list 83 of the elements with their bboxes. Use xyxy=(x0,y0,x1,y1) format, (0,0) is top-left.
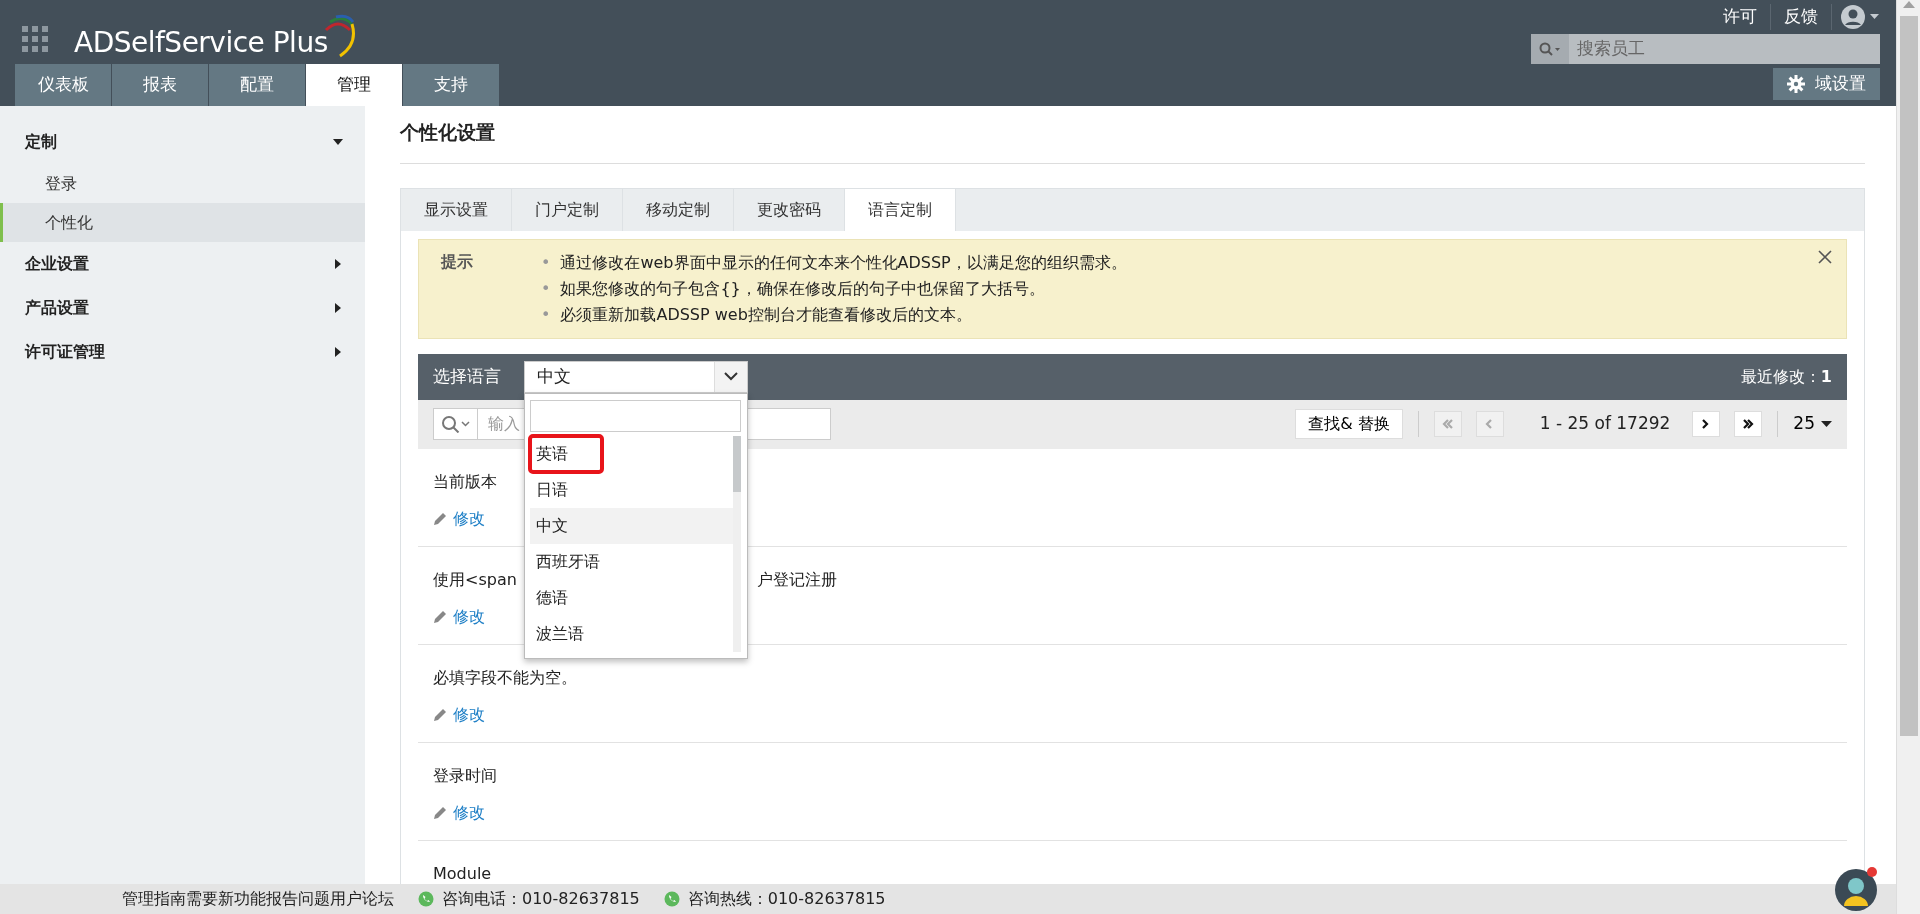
tab[interactable]: 显示设置 xyxy=(401,188,512,231)
recent-count-link[interactable]: 1 xyxy=(1820,366,1832,386)
language-option[interactable]: 波兰语 xyxy=(530,615,733,652)
sidebar-group-label: 产品设置 xyxy=(25,297,89,319)
string-text: 登录时间 xyxy=(433,764,497,787)
gear-icon xyxy=(1787,75,1805,93)
string-text: 户登记注册 xyxy=(756,568,837,591)
page-title: 个性化设置 xyxy=(400,114,1865,164)
phone-text: 咨询电话：010-82637815 xyxy=(442,888,640,910)
search-icon xyxy=(1539,42,1561,56)
caret-down-icon xyxy=(1821,421,1832,427)
sidebar-group[interactable]: 产品设置 xyxy=(0,286,365,330)
edit-link[interactable]: 修改 xyxy=(433,702,485,727)
sidebar-group[interactable]: 许可证管理 xyxy=(0,330,365,374)
edit-link[interactable]: 修改 xyxy=(433,506,485,531)
bullet-mark: • xyxy=(541,251,551,274)
recent-changes-text: 最近修改：1 xyxy=(1740,365,1832,388)
footer-link[interactable]: 报告问题 xyxy=(266,887,330,911)
sidebar-item[interactable]: 登录 xyxy=(0,164,365,203)
sidebar-group-label: 许可证管理 xyxy=(25,341,105,363)
language-option[interactable]: 日语 xyxy=(530,471,733,508)
string-text: Module xyxy=(433,862,492,884)
string-text: 使用<span xyxy=(433,568,517,591)
edit-link[interactable]: 修改 xyxy=(433,604,485,629)
bullet-mark: • xyxy=(541,303,551,326)
app-grid-icon[interactable] xyxy=(22,26,48,52)
tab[interactable]: 移动定制 xyxy=(623,188,734,231)
tab[interactable]: 语言定制 xyxy=(845,188,956,231)
dropdown-search-field[interactable] xyxy=(530,399,741,432)
page-scrollbar[interactable] xyxy=(1896,0,1920,914)
hint-text: 通过修改在web界面中显示的任何文本来个性化ADSSP，以满足您的组织需求。 xyxy=(560,251,1127,274)
header-link[interactable]: 反馈 xyxy=(1771,4,1832,30)
language-option[interactable]: 德语 xyxy=(530,579,733,616)
language-option[interactable]: 英语 xyxy=(530,435,602,472)
nav-tab[interactable]: 管理 xyxy=(306,64,402,106)
footer-link[interactable]: 需要新功能 xyxy=(186,887,266,911)
header-link[interactable]: 许可 xyxy=(1710,4,1771,30)
language-option[interactable]: 中文 xyxy=(530,507,733,544)
pencil-icon xyxy=(433,805,447,820)
hint-text: 必须重新加载ADSSP web控制台才能查看修改后的文本。 xyxy=(560,303,972,326)
footer-link[interactable]: 管理指南 xyxy=(122,887,186,911)
hint-text: 如果您修改的句子包含{}，确保在修改后的句子中也保留了大括号。 xyxy=(560,277,1045,300)
dropdown-scrollbar[interactable] xyxy=(733,435,741,652)
string-text: 必填字段不能为空。 xyxy=(433,666,577,689)
user-avatar-icon[interactable] xyxy=(1840,4,1880,30)
language-option[interactable]: 西班牙语 xyxy=(530,543,733,580)
domain-settings-button[interactable]: 域设置 xyxy=(1773,68,1880,100)
page-last-button[interactable] xyxy=(1734,411,1763,437)
nav-tab[interactable]: 配置 xyxy=(209,64,305,106)
find-replace-button[interactable]: 查找& 替换 xyxy=(1295,409,1403,439)
chevron-down-icon xyxy=(724,372,738,381)
logo-text: ADSelfService Plus xyxy=(74,25,328,61)
sidebar-item[interactable]: 个性化 xyxy=(0,203,365,242)
language-select[interactable]: 中文 xyxy=(524,360,748,393)
pencil-icon xyxy=(433,609,447,624)
sidebar-group-label: 企业设置 xyxy=(25,253,89,275)
sidebar-group-label: 定制 xyxy=(25,131,57,153)
double-chevron-left-icon xyxy=(1441,419,1454,429)
page-next-button[interactable] xyxy=(1692,411,1721,437)
page-size-dropdown[interactable]: 25 xyxy=(1793,411,1832,437)
edit-link[interactable]: 修改 xyxy=(433,800,485,825)
string-text: 当前版本 xyxy=(433,470,497,493)
footer-link[interactable]: 用户论坛 xyxy=(330,887,394,911)
pencil-icon xyxy=(433,511,447,526)
phone-icon xyxy=(663,891,680,907)
double-chevron-right-icon xyxy=(1742,419,1755,429)
close-icon[interactable] xyxy=(1818,249,1832,264)
scroll-up-arrow-icon[interactable] xyxy=(1902,0,1915,8)
bullet-mark: • xyxy=(541,277,551,300)
hint-label: 提示 xyxy=(441,250,474,273)
nav-tab[interactable]: 仪表板 xyxy=(15,64,111,106)
chat-assistant-icon[interactable] xyxy=(1834,866,1880,912)
pencil-icon xyxy=(433,707,447,722)
phone-text: 咨询热线：010-82637815 xyxy=(687,888,886,910)
page-range: 1 - 25 of 17292 xyxy=(1539,412,1671,436)
phone-icon xyxy=(418,891,434,907)
nav-tab[interactable]: 报表 xyxy=(112,64,208,106)
nav-tab[interactable]: 支持 xyxy=(403,64,499,106)
search-icon xyxy=(440,415,471,433)
sidebar-group[interactable]: 定制 xyxy=(0,120,365,164)
tab[interactable]: 门户定制 xyxy=(512,188,623,231)
select-language-label: 选择语言 xyxy=(433,364,501,388)
sidebar-group[interactable]: 企业设置 xyxy=(0,242,365,286)
